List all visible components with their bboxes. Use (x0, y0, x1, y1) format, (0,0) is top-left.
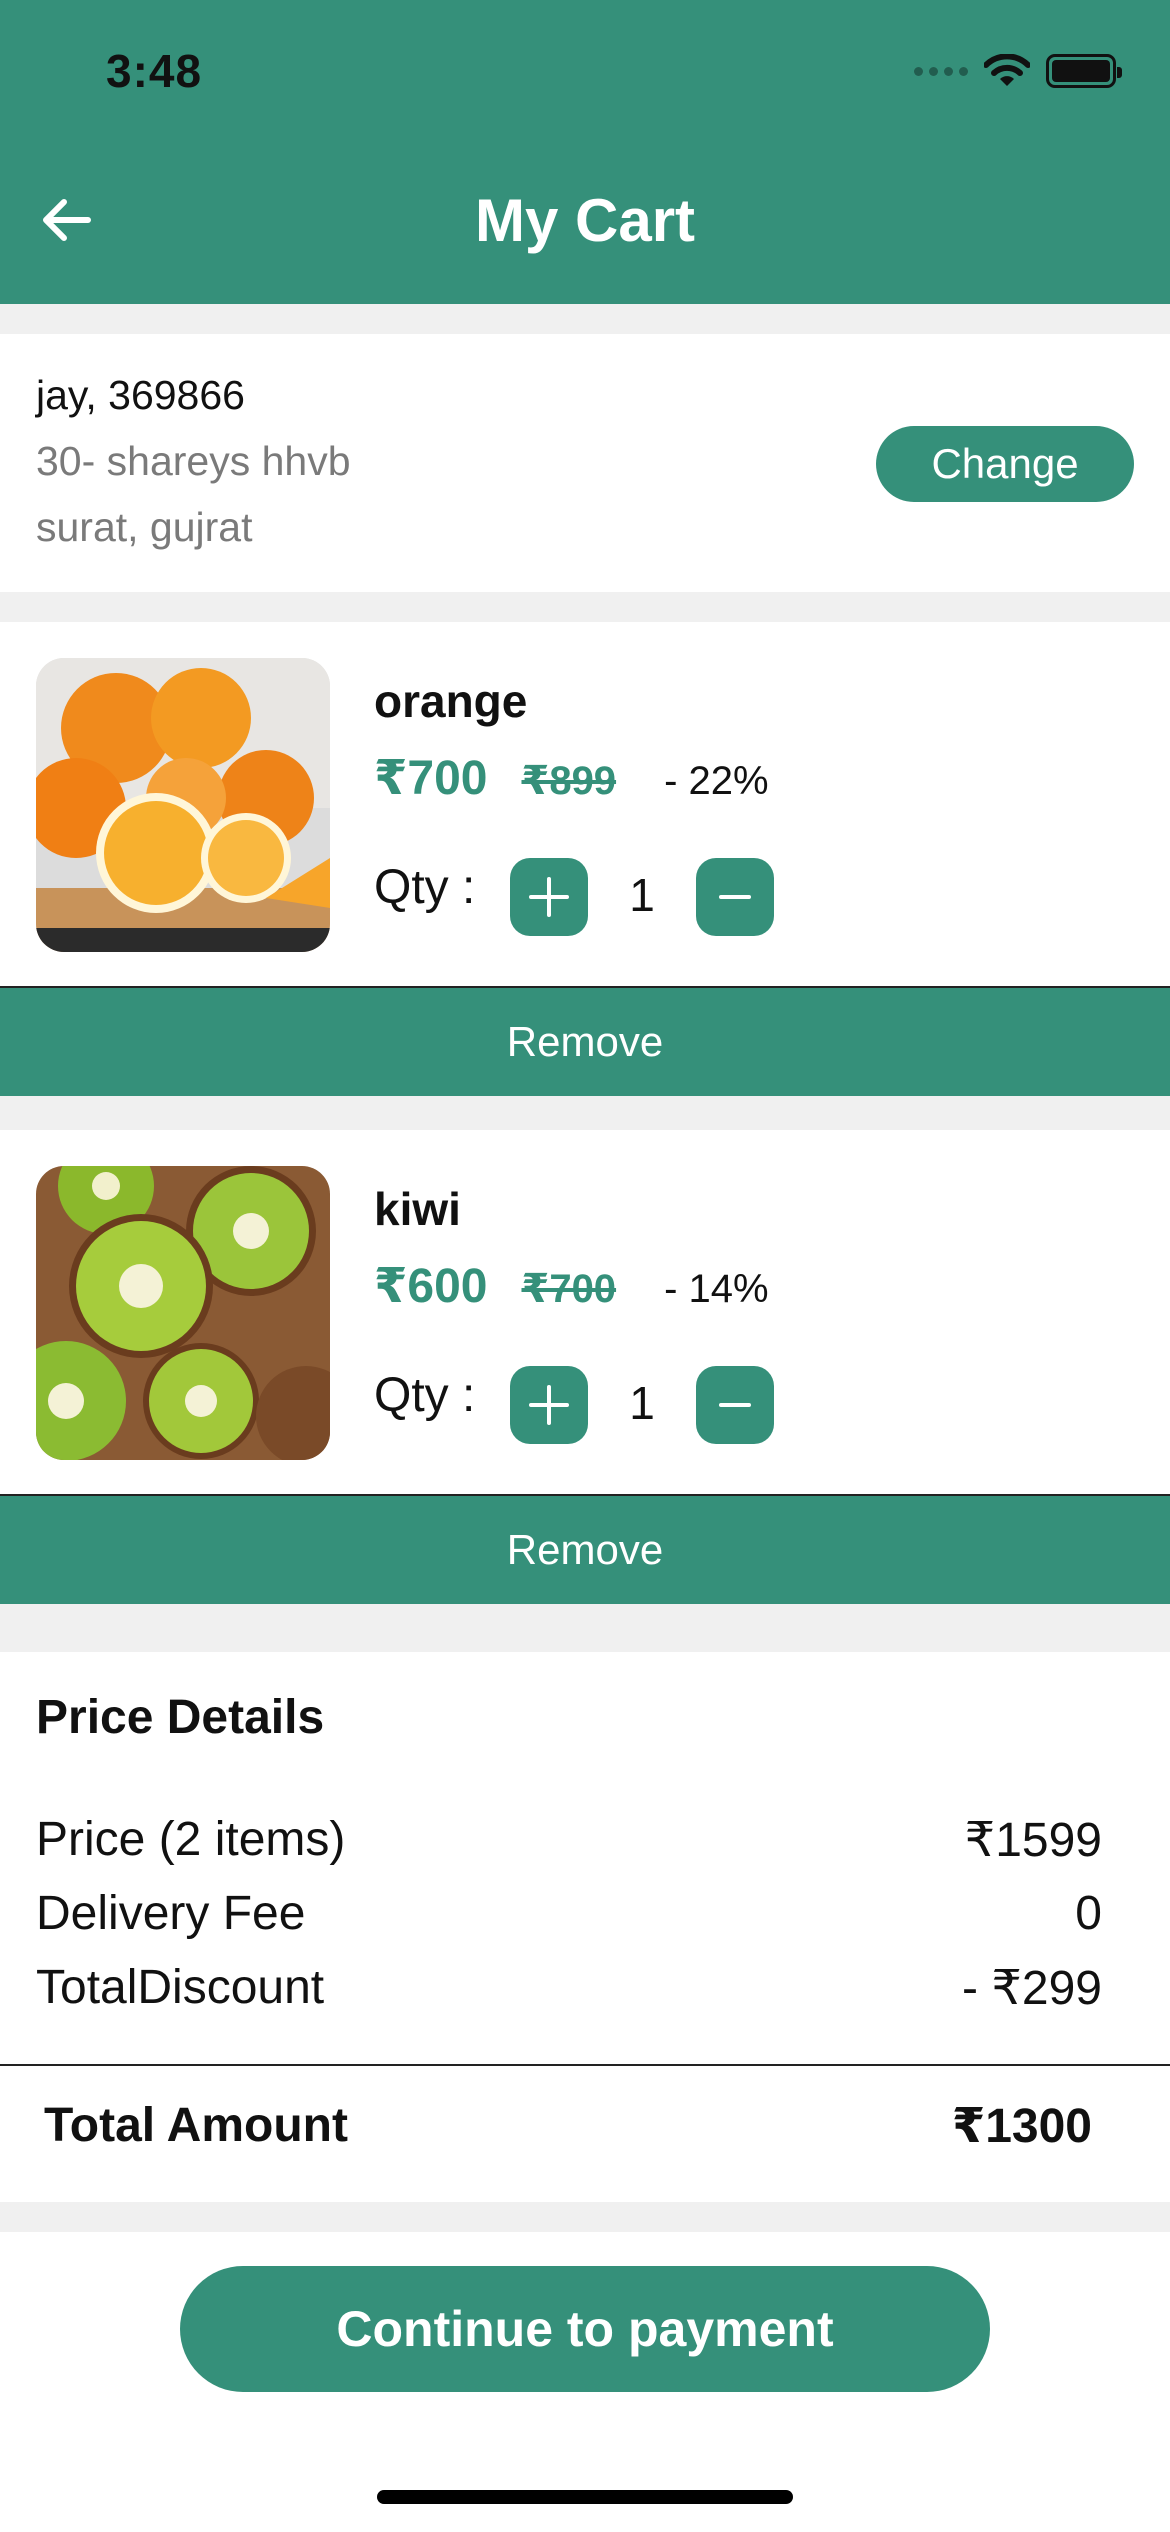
increase-qty-button[interactable] (510, 858, 588, 936)
price-row-label: Price (2 items) (36, 1813, 346, 1866)
price-row-delivery: Delivery Fee 0 (36, 1886, 1102, 1941)
item-price-row: ₹700 ₹899 - 22% (374, 750, 769, 806)
home-indicator (377, 2490, 793, 2504)
address-line-2: 30- shareys hhvb (36, 438, 351, 484)
decrease-qty-button[interactable] (696, 1366, 774, 1444)
increase-qty-button[interactable] (510, 1366, 588, 1444)
divider (0, 2064, 1170, 2066)
status-icons (914, 54, 1122, 88)
minus-icon (719, 895, 751, 899)
price-row-items: Price (2 items) ₹1599 (36, 1812, 1102, 1868)
price-row-value: 0 (1075, 1887, 1102, 1940)
orange-image (36, 658, 330, 952)
signal-icon (914, 66, 968, 76)
qty-value: 1 (629, 869, 655, 921)
qty-label: Qty : (374, 861, 476, 914)
remove-orange-button[interactable]: Remove (0, 986, 1170, 1096)
kiwi-image (36, 1166, 330, 1460)
status-time: 3:48 (106, 45, 203, 97)
cart-item-kiwi: kiwi ₹600 ₹700 - 14% Qty : 1 (0, 1130, 1170, 1496)
item-discount: - 14% (664, 1267, 769, 1311)
item-name: kiwi (374, 1183, 461, 1235)
wifi-icon (984, 54, 1030, 86)
address-name: jay, 369866 (36, 372, 245, 418)
total-amount-label: Total Amount (44, 2099, 348, 2152)
item-mrp: ₹700 (521, 1267, 617, 1311)
change-address-button[interactable]: Change (876, 426, 1134, 502)
item-mrp: ₹899 (521, 759, 617, 803)
minus-icon (719, 1403, 751, 1407)
page-title: My Cart (474, 187, 696, 254)
price-row-label: Delivery Fee (36, 1887, 306, 1940)
battery-icon (1046, 54, 1122, 88)
continue-to-payment-button[interactable]: Continue to payment (180, 2266, 990, 2392)
qty-value: 1 (629, 1377, 655, 1429)
decrease-qty-button[interactable] (696, 858, 774, 936)
address-line-3: surat, gujrat (36, 504, 253, 550)
plus-icon (529, 877, 569, 917)
qty-label: Qty : (374, 1369, 476, 1422)
price-row-value: ₹1599 (964, 1814, 1102, 1867)
remove-kiwi-button[interactable]: Remove (0, 1494, 1170, 1604)
item-price: ₹700 (374, 752, 488, 805)
item-discount: - 22% (664, 759, 769, 803)
delivery-address-card: jay, 369866 30- shareys hhvb surat, gujr… (0, 334, 1170, 592)
item-name: orange (374, 675, 528, 727)
price-details-card: Price Details Price (2 items) ₹1599 Deli… (0, 1652, 1170, 2202)
total-amount-value: ₹1300 (951, 2100, 1092, 2153)
price-row-value: - ₹299 (962, 1962, 1102, 2015)
price-row-discount: TotalDiscount - ₹299 (36, 1960, 1102, 2016)
item-price-row: ₹600 ₹700 - 14% (374, 1258, 769, 1314)
price-details-title: Price Details (36, 1691, 325, 1744)
total-amount-row: Total Amount ₹1300 (44, 2098, 1092, 2154)
app-header: 3:48 My Cart (0, 0, 1170, 304)
cart-item-orange: orange ₹700 ₹899 - 22% Qty : 1 (0, 622, 1170, 988)
plus-icon (529, 1385, 569, 1425)
bottom-bar: Continue to payment (0, 2232, 1170, 2532)
item-price: ₹600 (374, 1260, 488, 1313)
price-row-label: TotalDiscount (36, 1961, 325, 2014)
